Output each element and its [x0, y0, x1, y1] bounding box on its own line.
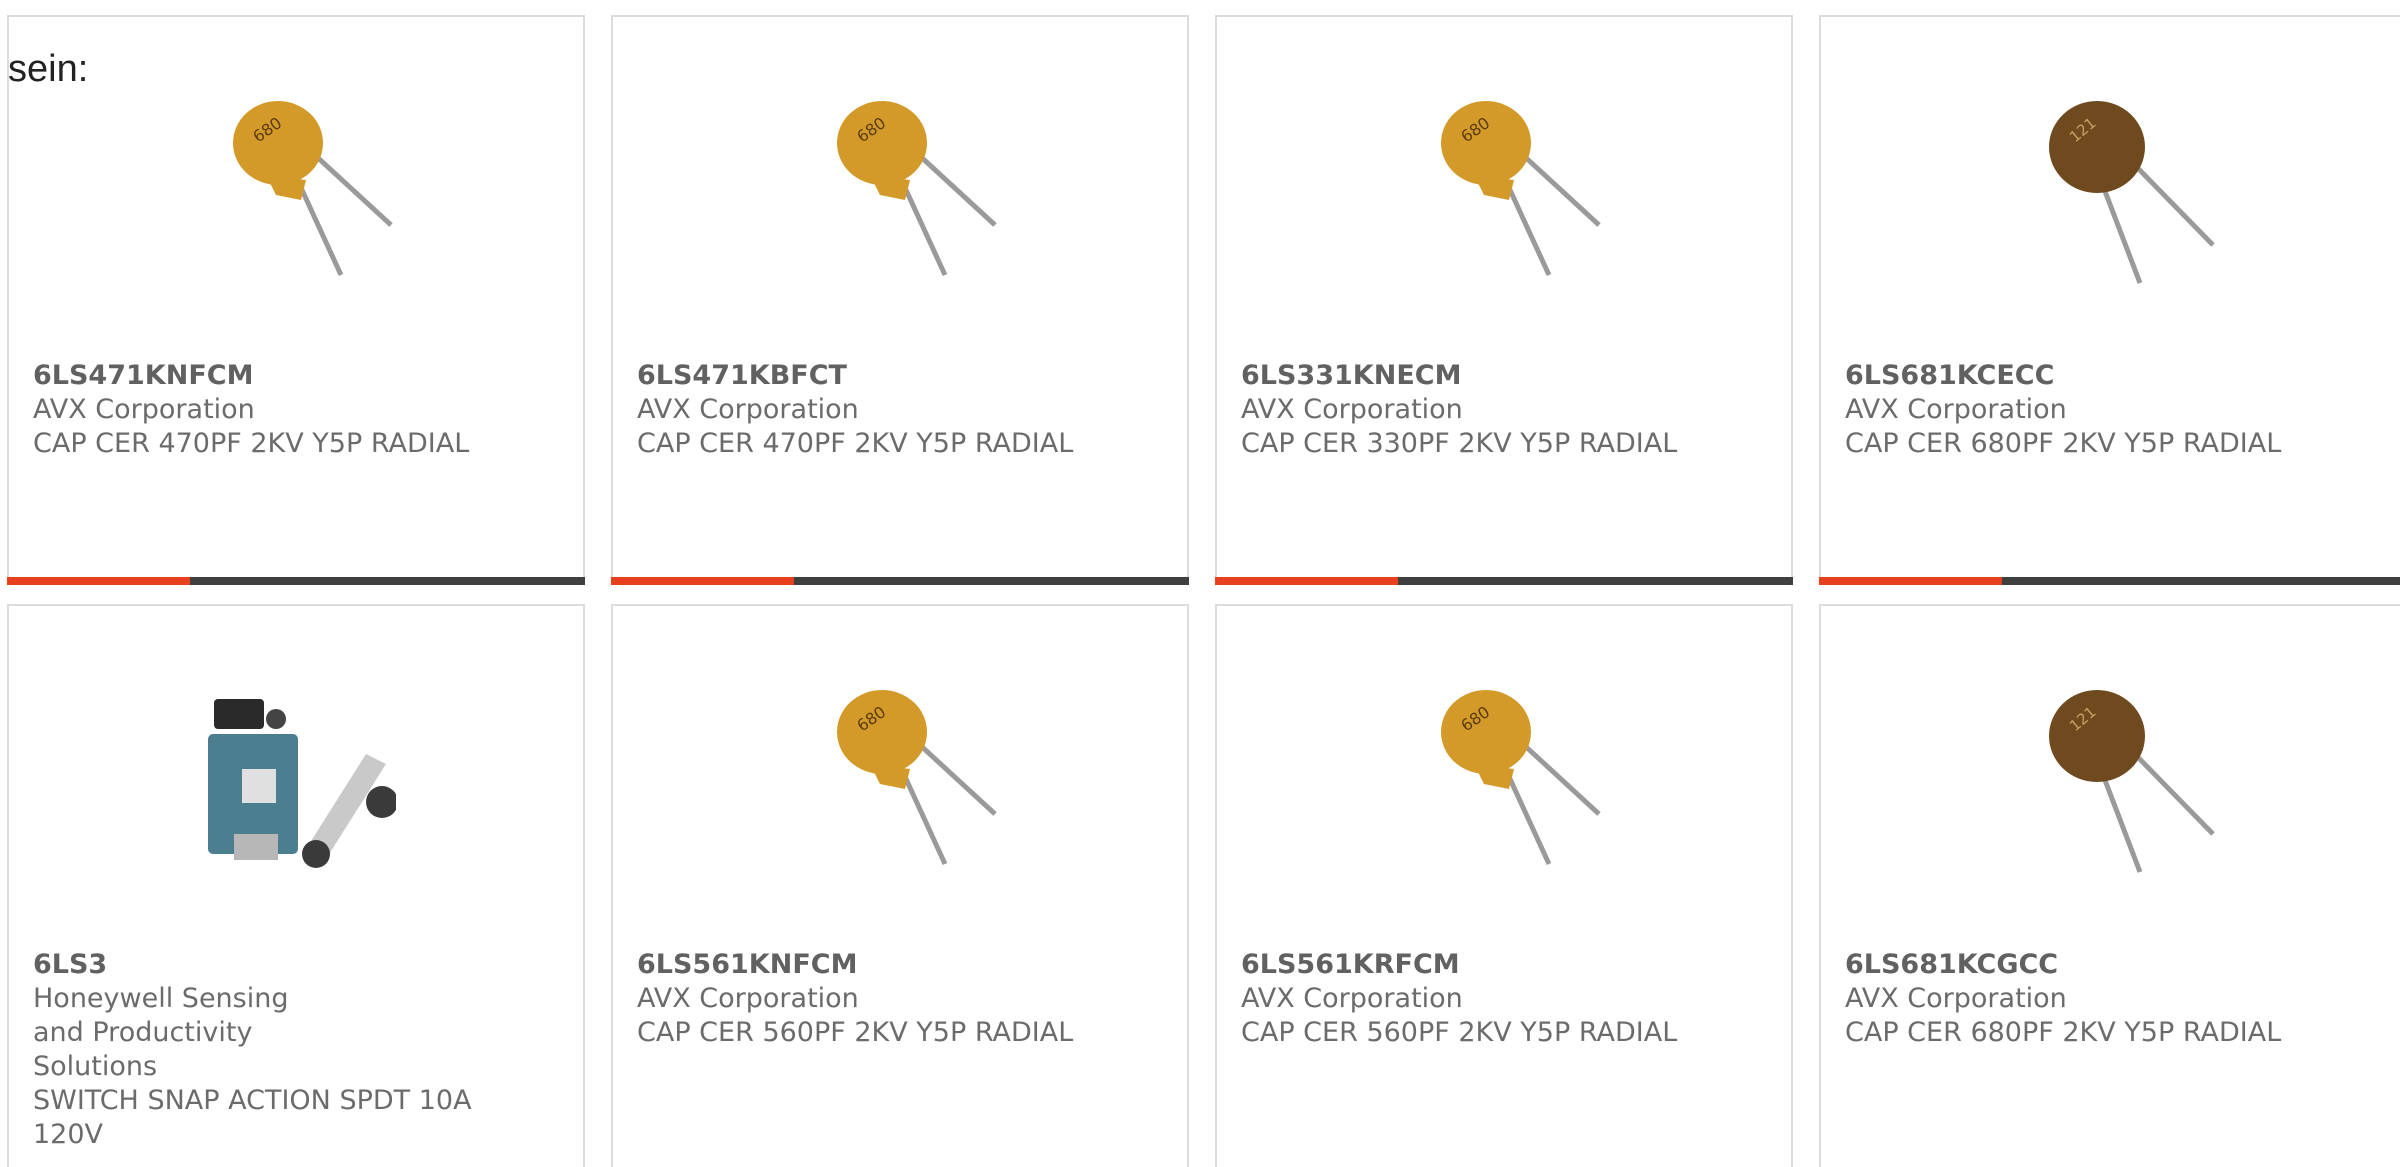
manufacturer: AVX Corporation	[33, 394, 255, 425]
card-bar	[1819, 577, 2400, 585]
manufacturer: AVX Corporation	[1845, 983, 2067, 1014]
card-bar	[611, 577, 1189, 585]
capacitor-image: 121	[2049, 101, 2215, 284]
card-bar	[7, 577, 585, 585]
card-bar	[1215, 577, 1793, 585]
manufacturer: AVX Corporation	[1241, 394, 1463, 425]
part-number-link[interactable]: 6LS681KCGCC	[1845, 948, 2325, 982]
capacitor-image: 680	[837, 690, 997, 866]
description: CAP CER 470PF 2KV Y5P RADIAL	[33, 428, 470, 459]
part-number-link[interactable]: 6LS561KRFCM	[1241, 948, 1721, 982]
card-bar-accent	[7, 577, 190, 585]
description: CAP CER 470PF 2KV Y5P RADIAL	[637, 428, 1074, 459]
manufacturer: AVX Corporation	[637, 394, 859, 425]
part-number-link[interactable]: 6LS331KNECM	[1241, 359, 1721, 393]
product-card[interactable]: 680 6LS471KBFCT AVX Corporation CAP CER …	[611, 15, 1189, 585]
part-number-link[interactable]: 6LS3	[33, 948, 513, 982]
part-number-link[interactable]: 6LS681KCECC	[1845, 359, 2325, 393]
capacitor-image: 680	[233, 101, 393, 277]
product-card[interactable]: 680 6LS561KRFCM AVX Corporation CAP CER …	[1215, 604, 1793, 1167]
product-grid-page: sein: 680 6LS471KNFCM AVX Corporation CA…	[0, 0, 2400, 1167]
description: SWITCH SNAP ACTION SPDT 10A 120V	[33, 1085, 472, 1150]
manufacturer: AVX Corporation	[1241, 983, 1463, 1014]
description: CAP CER 680PF 2KV Y5P RADIAL	[1845, 1017, 2282, 1048]
capacitor-image: 680	[1441, 690, 1601, 866]
product-card[interactable]: 6LS3 Honeywell Sensing and Productivity …	[7, 604, 585, 1167]
product-card[interactable]: 121 6LS681KCECC AVX Corporation CAP CER …	[1819, 15, 2400, 585]
description: CAP CER 330PF 2KV Y5P RADIAL	[1241, 428, 1678, 459]
capacitor-image: 680	[837, 101, 997, 277]
manufacturer: AVX Corporation	[637, 983, 859, 1014]
manufacturer: Honeywell Sensing and Productivity Solut…	[33, 983, 289, 1082]
product-card[interactable]: 680 6LS471KNFCM AVX Corporation CAP CER …	[7, 15, 585, 585]
product-card[interactable]: 121 6LS681KCGCC AVX Corporation CAP CER …	[1819, 604, 2400, 1167]
capacitor-image: 121	[2049, 690, 2215, 873]
card-bar-accent	[611, 577, 794, 585]
capacitor-image: 680	[1441, 101, 1601, 277]
part-number-link[interactable]: 6LS471KNFCM	[33, 359, 513, 393]
product-card[interactable]: 680 6LS331KNECM AVX Corporation CAP CER …	[1215, 15, 1793, 585]
part-number-link[interactable]: 6LS561KNFCM	[637, 948, 1117, 982]
lead-text: sein:	[8, 48, 89, 90]
description: CAP CER 560PF 2KV Y5P RADIAL	[1241, 1017, 1678, 1048]
snap-switch-image	[208, 699, 396, 868]
card-bar-accent	[1215, 577, 1398, 585]
product-card[interactable]: 680 6LS561KNFCM AVX Corporation CAP CER …	[611, 604, 1189, 1167]
card-bar-accent	[1819, 577, 2002, 585]
manufacturer: AVX Corporation	[1845, 394, 2067, 425]
description: CAP CER 560PF 2KV Y5P RADIAL	[637, 1017, 1074, 1048]
part-number-link[interactable]: 6LS471KBFCT	[637, 359, 1117, 393]
description: CAP CER 680PF 2KV Y5P RADIAL	[1845, 428, 2282, 459]
